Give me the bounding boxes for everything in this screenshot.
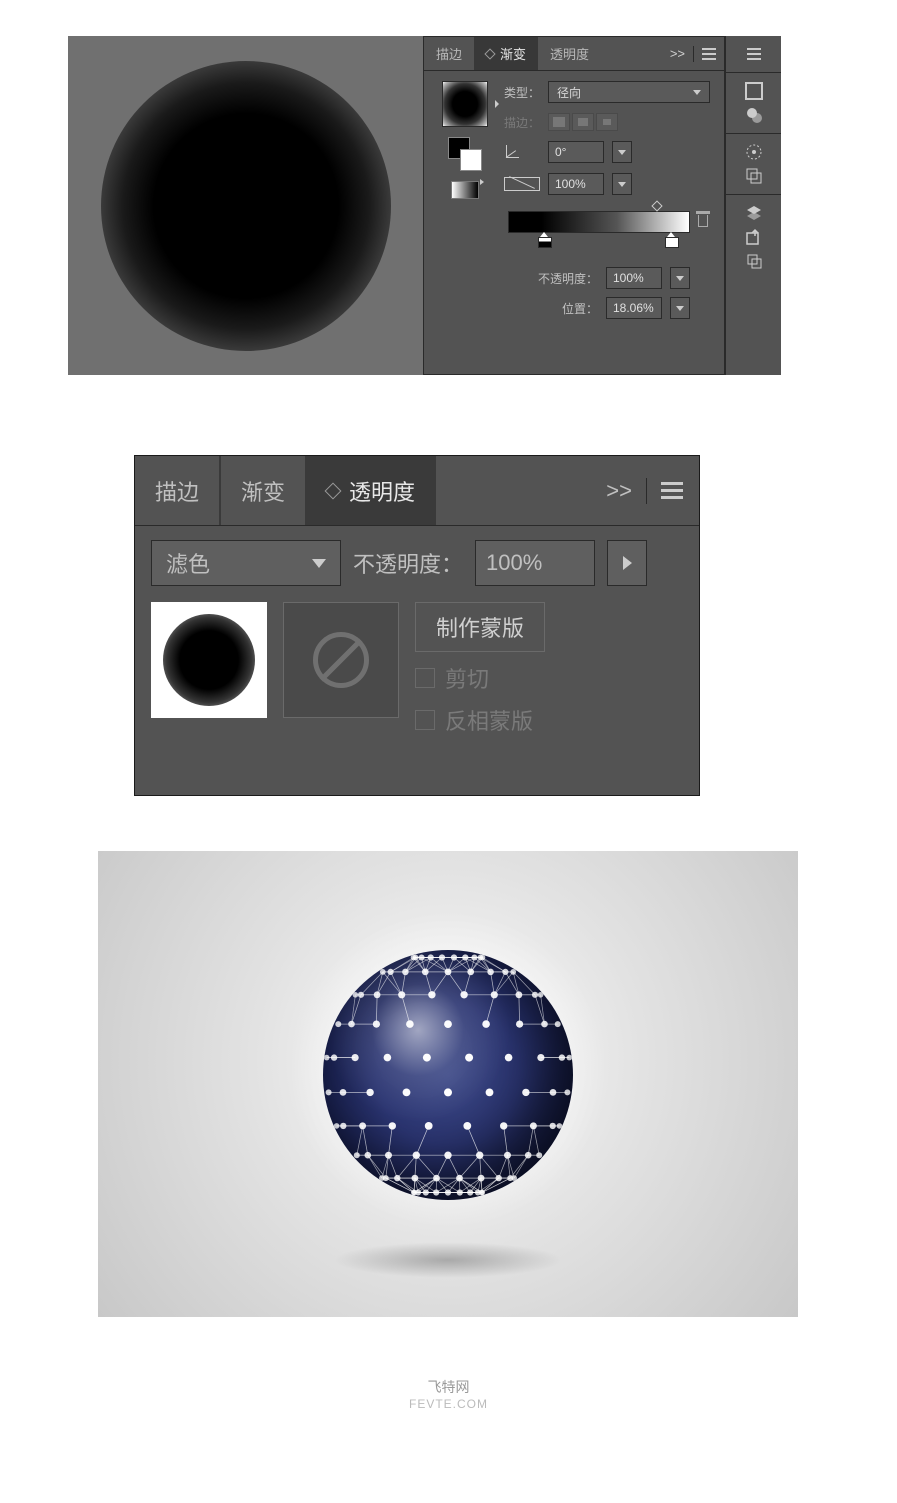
artwork-thumbnail[interactable] <box>151 602 267 718</box>
blend-mode-value: 滤色 <box>166 547 210 579</box>
chevron-down-icon <box>676 306 684 311</box>
blend-mode-select[interactable]: 滤色 <box>151 540 341 586</box>
dock-artboards-icon[interactable] <box>742 249 766 273</box>
stroke-align-group <box>548 113 618 131</box>
dock-symbols-icon[interactable] <box>742 164 766 188</box>
tab-transparency[interactable]: 透明度 <box>538 37 601 70</box>
panel-expand[interactable]: >> <box>606 478 632 504</box>
stroke-square <box>460 149 482 171</box>
tab-transparency-label: 透明度 <box>349 475 415 507</box>
dock-export-icon[interactable] <box>742 225 766 249</box>
tab-gradient-label: 渐变 <box>500 44 526 63</box>
delete-stop-icon[interactable] <box>696 211 710 227</box>
chevron-down-icon <box>693 90 701 95</box>
transparency-panel: 描边 渐变 透明度 >> 滤色 不透明度： 100% <box>134 455 700 796</box>
chevron-down-icon <box>618 150 626 155</box>
canvas-preview <box>68 36 423 375</box>
diamond-icon <box>484 48 495 59</box>
dock-appearance-icon[interactable] <box>742 103 766 127</box>
fill-stroke-toggle[interactable] <box>448 137 482 171</box>
sphere-dot-pattern <box>323 950 573 1200</box>
dock-properties-icon[interactable] <box>742 79 766 103</box>
tab-transparency[interactable]: 透明度 <box>306 456 436 525</box>
result-artwork <box>98 851 798 1317</box>
aspect-icon <box>504 177 540 191</box>
mask-thumbnail-empty[interactable] <box>283 602 399 718</box>
stroke-align-1[interactable] <box>548 113 570 131</box>
gradient-swatch[interactable] <box>442 81 488 127</box>
opacity-label: 不透明度： <box>526 270 598 287</box>
aspect-input[interactable]: 100% <box>548 173 604 195</box>
chevron-icon <box>495 100 499 108</box>
thumbnail-gradient-circle <box>163 614 255 706</box>
tab-stroke[interactable]: 描边 <box>135 456 220 525</box>
stroke-align-2[interactable] <box>572 113 594 131</box>
stop-position-step[interactable] <box>670 297 690 319</box>
gradient-panel: 描边 渐变 透明度 >> <box>423 36 725 375</box>
drop-shadow <box>333 1242 563 1278</box>
stop-position-input[interactable]: 18.06% <box>606 297 662 319</box>
chevron-right-icon <box>623 556 632 570</box>
watermark: 飞特网 FEVTE.COM <box>0 1377 897 1411</box>
dock-menu-icon[interactable] <box>742 42 766 66</box>
opacity-label: 不透明度： <box>353 547 463 579</box>
reverse-gradient-icon[interactable] <box>451 181 479 199</box>
panel-tabs: 描边 渐变 透明度 >> <box>135 456 699 526</box>
chevron-down-icon <box>312 559 326 568</box>
angle-step[interactable] <box>612 141 632 163</box>
aspect-step[interactable] <box>612 173 632 195</box>
chevron-down-icon <box>676 276 684 281</box>
separator <box>646 478 647 504</box>
angle-input[interactable]: 0° <box>548 141 604 163</box>
stop-opacity-step[interactable] <box>670 267 690 289</box>
watermark-title: 飞特网 <box>0 1377 897 1397</box>
position-label: 位置： <box>526 300 598 317</box>
sphere-3d <box>323 950 573 1200</box>
angle-icon <box>504 144 540 160</box>
clip-label: 剪切 <box>445 662 489 694</box>
gradient-stop-black[interactable] <box>538 232 550 246</box>
stop-opacity-input[interactable]: 100% <box>606 267 662 289</box>
tab-gradient[interactable]: 渐变 <box>474 37 538 70</box>
watermark-subtitle: FEVTE.COM <box>0 1397 897 1411</box>
gradient-type-value: 径向 <box>557 84 581 101</box>
gradient-panel-screenshot: 描边 渐变 透明度 >> <box>68 36 781 375</box>
make-mask-button[interactable]: 制作蒙版 <box>415 602 545 652</box>
panel-menu-icon[interactable] <box>702 48 716 60</box>
checkbox-icon <box>415 710 435 730</box>
gradient-type-select[interactable]: 径向 <box>548 81 710 103</box>
radial-gradient-circle <box>101 61 391 351</box>
stroke-align-label: 描边： <box>504 114 540 131</box>
invert-mask-checkbox-row[interactable]: 反相蒙版 <box>415 704 545 736</box>
invert-mask-label: 反相蒙版 <box>445 704 533 736</box>
chevron-down-icon <box>618 182 626 187</box>
stroke-align-3[interactable] <box>596 113 618 131</box>
type-label: 类型： <box>504 84 540 101</box>
gradient-slider[interactable] <box>504 205 710 253</box>
gradient-midpoint[interactable] <box>651 200 662 211</box>
no-mask-icon <box>313 632 369 688</box>
checkbox-icon <box>415 668 435 688</box>
panel-menu-icon[interactable] <box>661 482 683 499</box>
clip-checkbox-row[interactable]: 剪切 <box>415 662 545 694</box>
panel-expand[interactable]: >> <box>670 46 685 61</box>
tab-gradient[interactable]: 渐变 <box>220 456 306 525</box>
gradient-bar[interactable] <box>508 211 690 233</box>
diamond-icon <box>325 482 342 499</box>
tab-stroke[interactable]: 描边 <box>424 37 474 70</box>
dock-layers-icon[interactable] <box>742 201 766 225</box>
dock-brushes-icon[interactable] <box>742 140 766 164</box>
panel-tabs: 描边 渐变 透明度 >> <box>424 37 724 71</box>
gradient-stop-white[interactable] <box>665 232 677 246</box>
opacity-input[interactable]: 100% <box>475 540 595 586</box>
side-dock <box>725 36 781 375</box>
opacity-step[interactable] <box>607 540 647 586</box>
separator <box>693 46 694 62</box>
